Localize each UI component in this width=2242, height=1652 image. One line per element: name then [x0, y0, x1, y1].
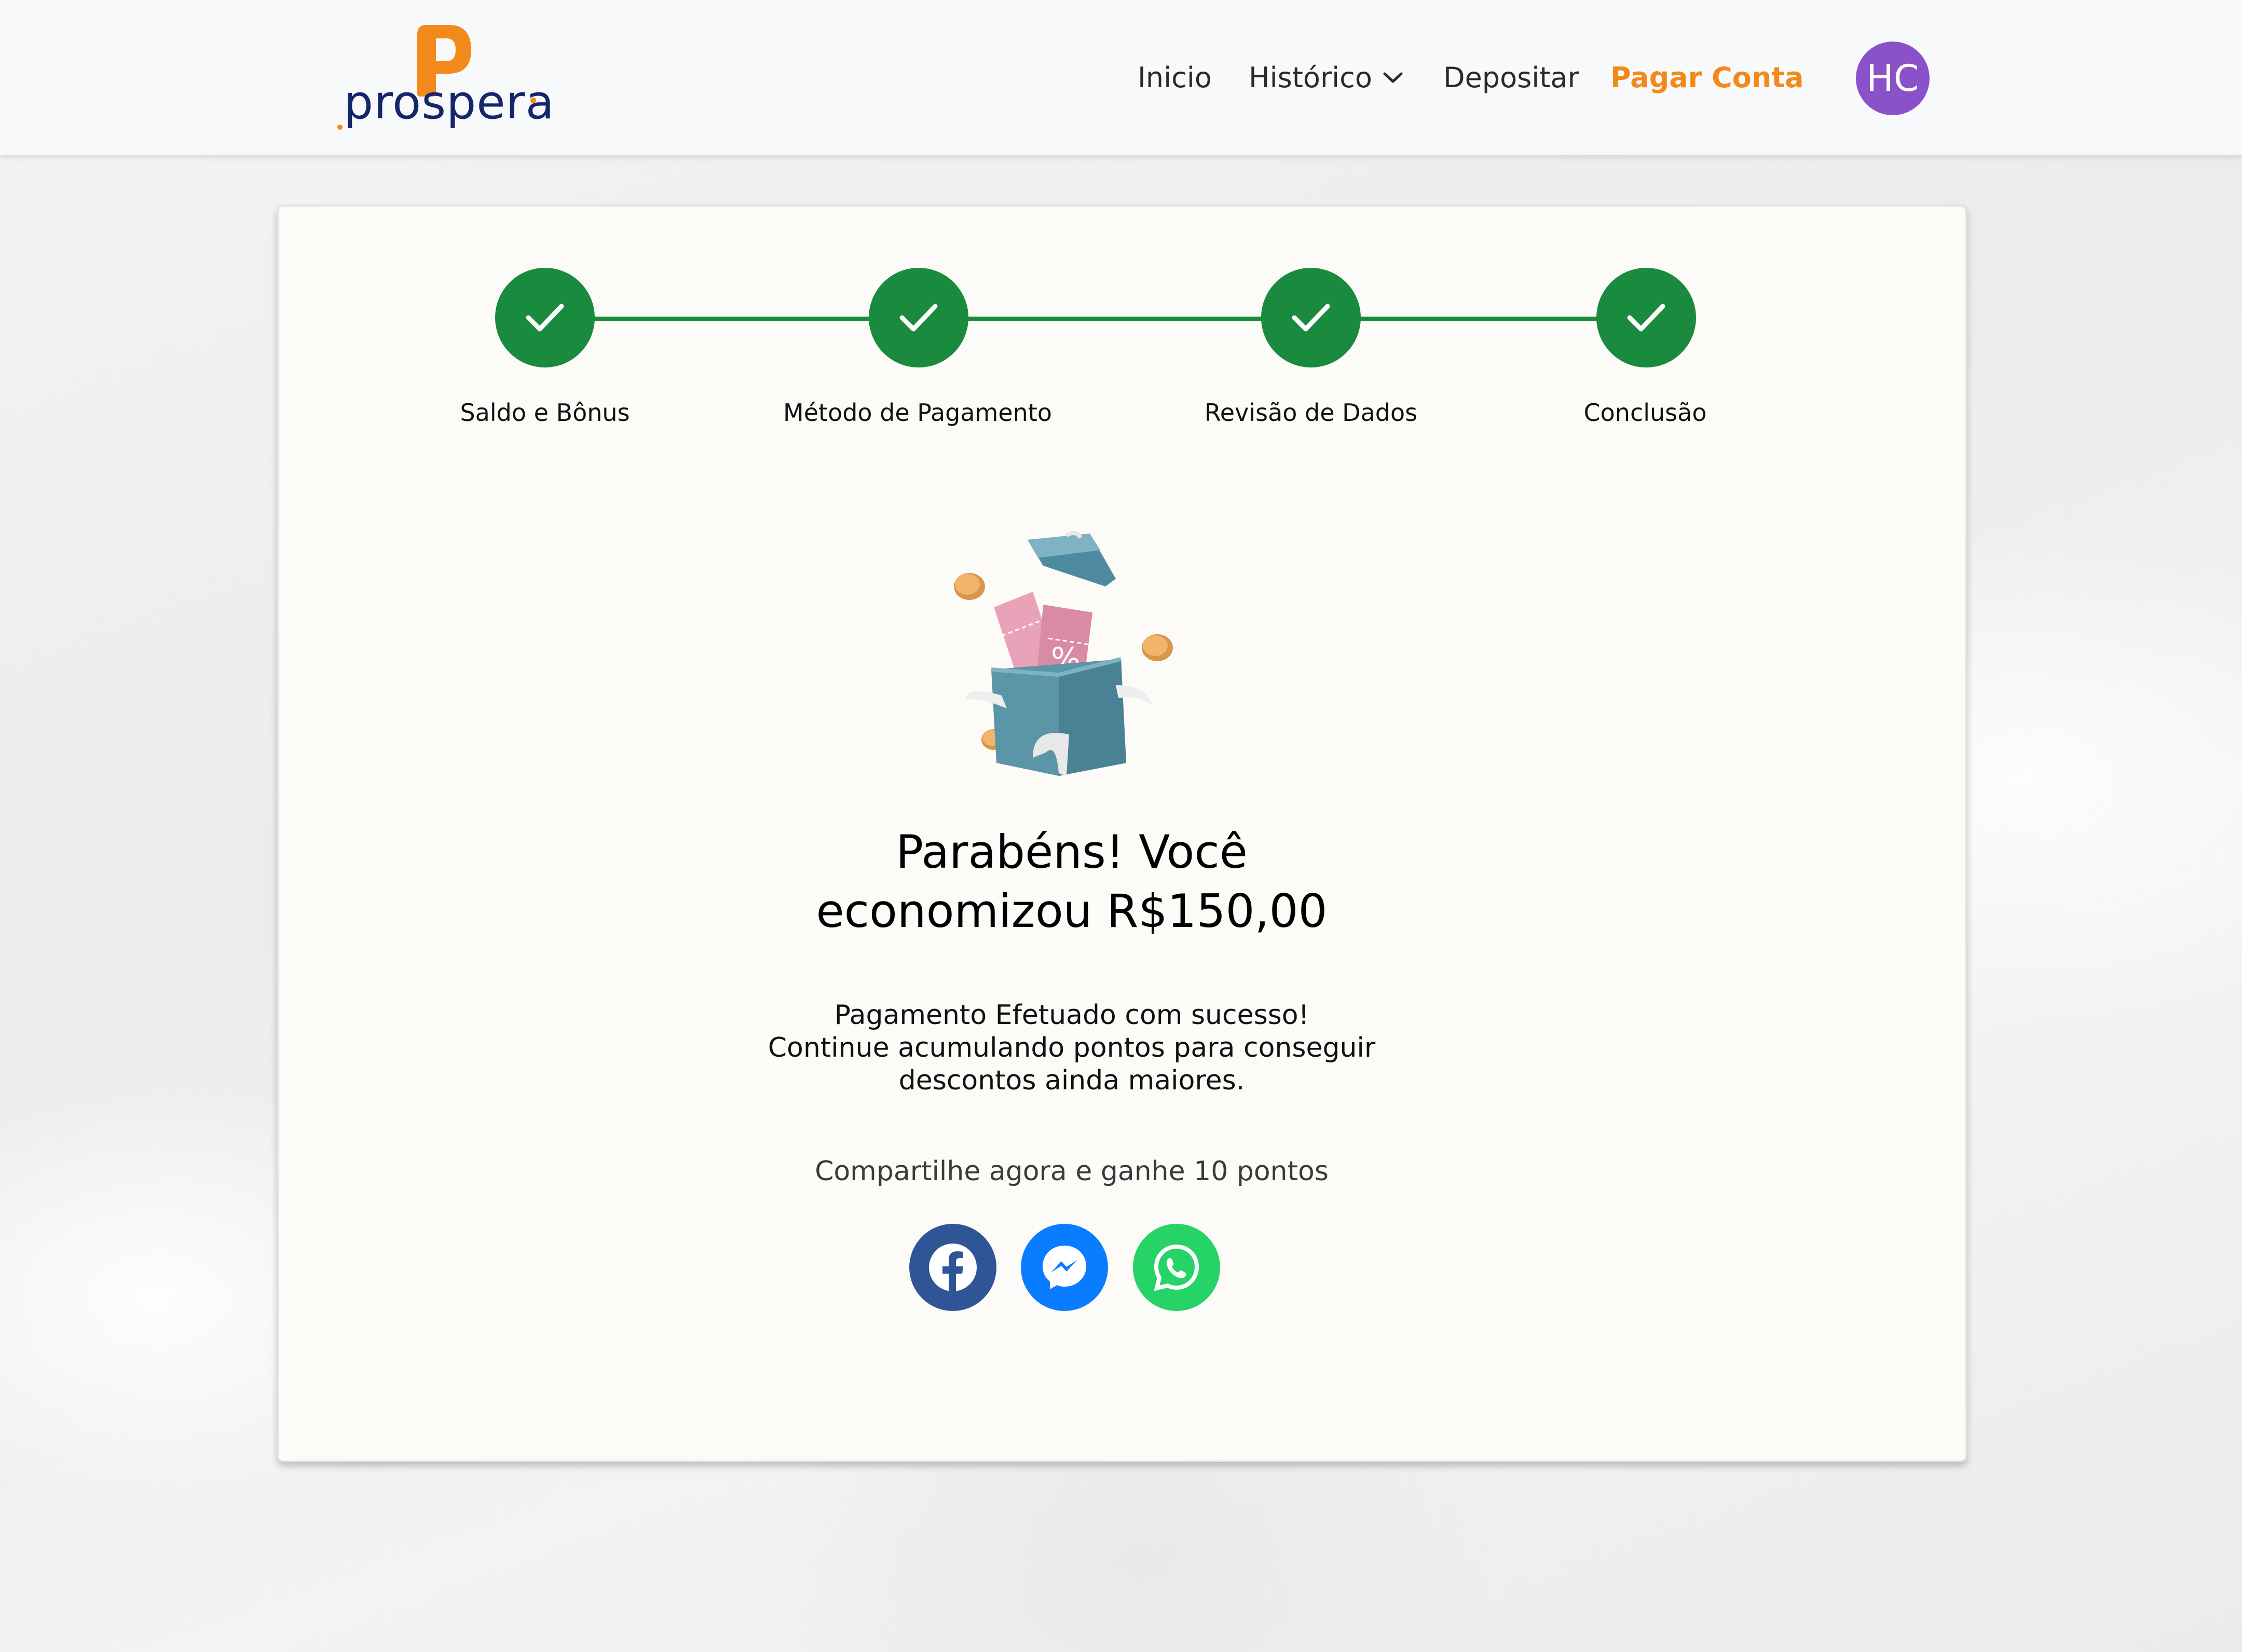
share-prompt: Compartilhe agora e ganhe 10 pontos [815, 1156, 1329, 1187]
top-navbar: prospera Inicio Histórico Depositar Paga… [0, 0, 2242, 155]
share-whatsapp-button[interactable] [1133, 1224, 1220, 1311]
success-message-line: Pagamento Efetuado com sucesso! [834, 1000, 1309, 1031]
share-messenger-button[interactable] [1021, 1224, 1108, 1311]
step-2-complete-indicator [869, 268, 968, 367]
check-icon [1292, 304, 1330, 332]
check-icon [526, 304, 564, 332]
nav-inicio[interactable]: Inicio [1138, 57, 1212, 99]
success-message-line: Continue acumulando pontos para consegui… [768, 1032, 1376, 1063]
nav-depositar[interactable]: Depositar [1443, 57, 1579, 99]
messenger-icon [1043, 1246, 1086, 1289]
open-gift-box-with-coupons-icon: % [954, 530, 1173, 776]
success-headline: Parabéns! Você economizou R$150,00 [623, 823, 1521, 941]
step-4-label: Conclusão [1583, 399, 1707, 427]
nav-pagar-conta[interactable]: Pagar Conta [1610, 57, 1804, 99]
step-2-label: Método de Pagamento [783, 399, 1052, 427]
step-4-complete-indicator [1596, 268, 1696, 367]
stepper-connector [965, 317, 1264, 321]
success-headline-line: Parabéns! Você [896, 825, 1248, 879]
success-message-line: descontos ainda maiores. [898, 1065, 1245, 1096]
step-3-complete-indicator [1261, 268, 1361, 367]
facebook-icon [929, 1244, 977, 1291]
stepper-connector [1358, 317, 1601, 321]
user-avatar[interactable]: HC [1856, 42, 1930, 115]
step-1-label: Saldo e Bônus [460, 399, 630, 427]
success-message: Pagamento Efetuado com sucesso! Continue… [644, 999, 1500, 1097]
check-icon [1627, 304, 1665, 332]
whatsapp-icon [1154, 1244, 1199, 1291]
logo-dot [337, 125, 343, 130]
step-1-complete-indicator [495, 268, 595, 367]
chevron-down-icon [1383, 72, 1403, 83]
stepper-connector [592, 317, 872, 321]
nav-historico-label: Histórico [1249, 61, 1372, 94]
check-icon [899, 304, 938, 332]
step-3-label: Revisão de Dados [1204, 399, 1418, 427]
prospera-logo[interactable]: prospera [336, 15, 554, 135]
logo-dot [530, 98, 536, 103]
nav-historico-dropdown[interactable]: Histórico [1249, 57, 1403, 99]
success-headline-line: economizou R$150,00 [816, 884, 1328, 938]
brand-name: prospera [344, 75, 555, 130]
share-facebook-button[interactable] [909, 1224, 996, 1311]
